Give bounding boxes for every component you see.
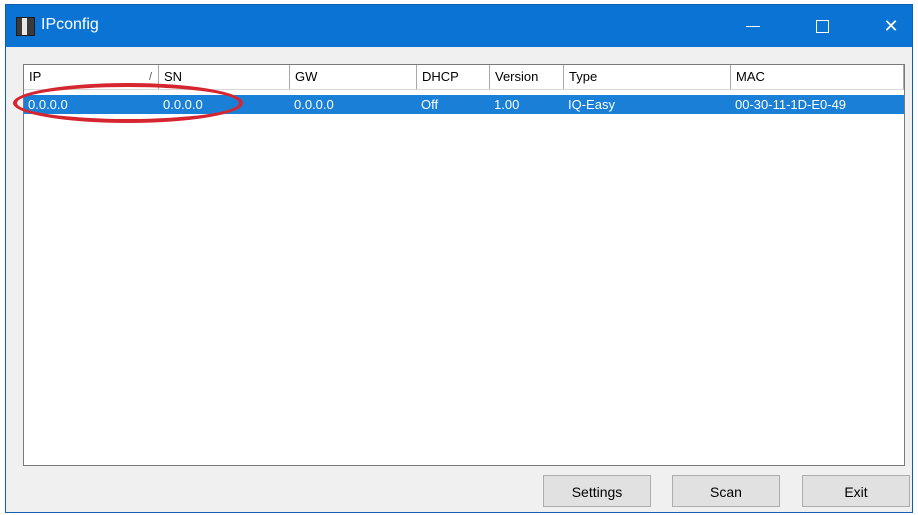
maximize-icon <box>816 20 829 33</box>
settings-button[interactable]: Settings <box>543 475 651 507</box>
minimize-icon <box>746 26 760 27</box>
column-label: DHCP <box>422 69 459 84</box>
cell-gw: 0.0.0.0 <box>294 97 334 112</box>
column-label: GW <box>295 69 318 84</box>
close-icon: ✕ <box>883 16 899 36</box>
column-header-mac[interactable]: MAC <box>731 65 904 89</box>
maximize-button[interactable] <box>800 5 846 47</box>
column-header-dhcp[interactable]: DHCP <box>417 65 490 89</box>
scan-button[interactable]: Scan <box>672 475 780 507</box>
column-label: Type <box>569 69 598 84</box>
column-label: Version <box>495 69 539 84</box>
column-header-type[interactable]: Type <box>564 65 731 89</box>
cell-mac: 00-30-11-1D-E0-49 <box>735 97 847 112</box>
minimize-button[interactable] <box>730 5 776 47</box>
column-header-version[interactable]: Version <box>490 65 564 89</box>
column-header-gw[interactable]: GW <box>290 65 417 89</box>
device-list[interactable]: IP / SN GW DHCP Version Type MAC 0.0.0.0… <box>23 64 905 466</box>
window-title: IPconfig <box>41 16 99 33</box>
ipconfig-window: IPconfig ✕ IP / SN GW DHCP Version Type … <box>5 4 913 513</box>
column-label: MAC <box>736 69 765 84</box>
app-icon <box>16 17 35 36</box>
close-button[interactable]: ✕ <box>868 5 914 47</box>
exit-button[interactable]: Exit <box>802 475 910 507</box>
cell-type: IQ-Easy <box>568 97 615 112</box>
cell-version: 1.00 <box>494 97 520 112</box>
highlight-ellipse-annotation <box>13 83 243 123</box>
cell-dhcp: Off <box>421 97 439 112</box>
title-bar[interactable]: IPconfig ✕ <box>6 5 912 47</box>
column-label: SN <box>164 69 183 84</box>
column-label: IP <box>29 69 42 84</box>
